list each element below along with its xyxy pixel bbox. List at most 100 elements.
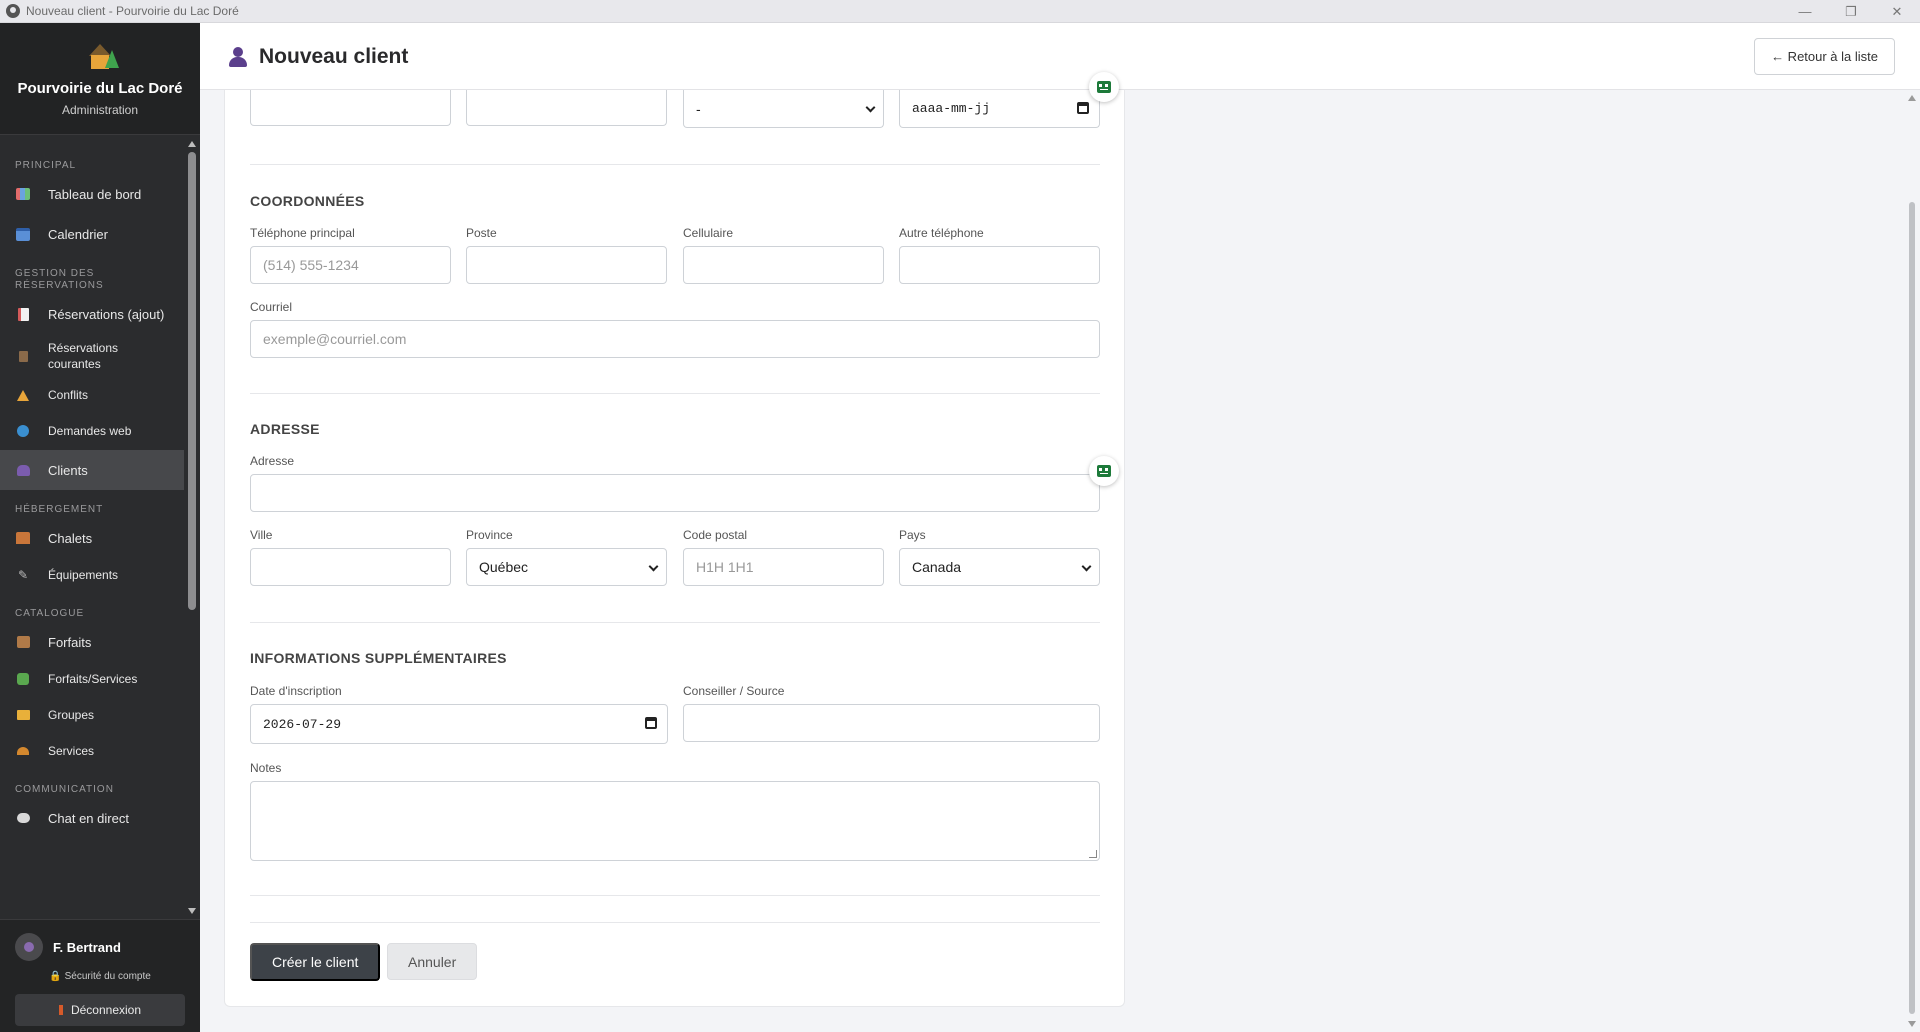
autofill-assistant-icon[interactable]: [1089, 456, 1119, 486]
phone-label: Téléphone principal: [250, 226, 355, 240]
create-client-button[interactable]: Créer le client: [250, 943, 381, 981]
identity-field-1[interactable]: [250, 90, 451, 126]
ext-label: Poste: [466, 226, 497, 240]
notes-textarea[interactable]: [250, 781, 1100, 861]
person-icon: [229, 47, 247, 67]
section-title-adresse: ADRESSE: [250, 421, 320, 437]
warning-icon: [15, 388, 31, 402]
sidebar-item-reservations-ajout[interactable]: Réservations (ajout): [0, 294, 184, 334]
signup-date-input[interactable]: 2026-07-29: [250, 704, 668, 744]
sidebar-item-calendrier[interactable]: Calendrier: [0, 214, 184, 254]
scroll-up-arrow-icon[interactable]: [1908, 95, 1916, 101]
minimize-button[interactable]: —: [1782, 0, 1828, 23]
restore-button[interactable]: ❐: [1828, 0, 1874, 23]
postal-code-label: Code postal: [683, 528, 748, 542]
other-phone-label: Autre téléphone: [899, 226, 984, 240]
page-header: Nouveau client ← Retour à la liste: [200, 23, 1920, 90]
scroll-thumb[interactable]: [188, 152, 196, 610]
avatar: [15, 933, 43, 961]
scroll-down-arrow-icon[interactable]: [188, 908, 196, 914]
sidebar-item-demandes-web[interactable]: Demandes web: [0, 412, 184, 450]
sidebar-item-clients[interactable]: Clients: [0, 450, 184, 490]
cancel-button[interactable]: Annuler: [387, 943, 478, 980]
logout-button[interactable]: Déconnexion: [15, 994, 185, 1026]
advisor-input[interactable]: [683, 704, 1100, 742]
scroll-thumb[interactable]: [1909, 202, 1915, 1014]
sidebar-item-conflits[interactable]: Conflits: [0, 378, 184, 412]
back-to-list-button[interactable]: ← Retour à la liste: [1754, 38, 1895, 75]
birth-date-placeholder: aaaa-mm-jj: [912, 101, 991, 116]
resize-grip-icon[interactable]: [1089, 850, 1097, 858]
calendar-icon[interactable]: [1077, 102, 1089, 114]
folder-icon: [15, 708, 31, 722]
calendar-icon[interactable]: [645, 717, 657, 729]
logout-label: Déconnexion: [70, 1003, 142, 1017]
section-label-communication: Communication: [15, 784, 114, 795]
country-label: Pays: [899, 528, 926, 542]
chevron-down-icon: [865, 102, 876, 113]
sidebar-item-equipements[interactable]: ✎ Équipements: [0, 558, 184, 592]
section-label-catalogue: Catalogue: [15, 608, 85, 619]
country-value: Canada: [912, 559, 962, 575]
sidebar-item-chalets[interactable]: Chalets: [0, 518, 184, 558]
sidebar-item-label: Équipements: [48, 568, 119, 582]
section-divider: [250, 622, 1100, 623]
sidebar-item-reservations-courantes[interactable]: Réservations courantes: [0, 334, 184, 378]
sidebar-item-forfaits-services[interactable]: Forfaits/Services: [0, 662, 184, 696]
actions-divider: [250, 922, 1100, 923]
people-icon: [15, 463, 31, 477]
province-select[interactable]: Québec: [466, 548, 667, 586]
section-label-hebergement: Hébergement: [15, 504, 104, 515]
scroll-up-arrow-icon[interactable]: [188, 141, 196, 147]
section-title-supplementaires: INFORMATIONS SUPPLÉMENTAIRES: [250, 650, 507, 666]
sidebar-item-services[interactable]: Services: [0, 734, 184, 768]
ext-input[interactable]: [466, 246, 667, 284]
identity-select[interactable]: -: [683, 90, 884, 128]
brand-name: Pourvoirie du Lac Doré: [17, 80, 183, 97]
postal-code-input[interactable]: H1H 1H1: [683, 548, 884, 586]
main-scrollbar[interactable]: [1904, 90, 1920, 1032]
sidebar-scrollbar[interactable]: [184, 136, 200, 919]
globe-icon: [15, 424, 31, 438]
sidebar-item-label: Forfaits/Services: [48, 672, 138, 686]
brand: Pourvoirie du Lac Doré Administration: [0, 23, 200, 135]
autofill-assistant-icon[interactable]: [1089, 72, 1119, 102]
chat-icon: [15, 811, 31, 825]
account-security-link[interactable]: 🔒 Sécurité du compte: [0, 971, 200, 982]
advisor-label: Conseiller / Source: [683, 684, 785, 698]
section-divider: [250, 895, 1100, 896]
sidebar-item-groupes[interactable]: Groupes: [0, 696, 184, 734]
sidebar-item-label: Réservations courantes: [48, 341, 119, 371]
sidebar-item-forfaits[interactable]: Forfaits: [0, 622, 184, 662]
user-panel: F. Bertrand 🔒 Sécurité du compte Déconnex…: [0, 919, 200, 1032]
sidebar-item-label: Groupes: [48, 708, 95, 722]
other-phone-input[interactable]: [899, 246, 1100, 284]
sidebar-item-label: Services: [48, 744, 95, 758]
sidebar-item-tableau-de-bord[interactable]: Tableau de bord: [0, 174, 184, 214]
account-security-label: Sécurité du compte: [64, 971, 151, 982]
email-label: Courriel: [250, 300, 293, 314]
section-divider: [250, 393, 1100, 394]
clipboard-icon: [15, 349, 31, 363]
birth-date-input[interactable]: aaaa-mm-jj: [899, 90, 1100, 128]
notes-label: Notes: [250, 761, 282, 775]
address-input[interactable]: [250, 474, 1100, 512]
country-select[interactable]: Canada: [899, 548, 1100, 586]
close-button[interactable]: ✕: [1874, 0, 1920, 23]
scroll-down-arrow-icon[interactable]: [1908, 1021, 1916, 1027]
province-label: Province: [466, 528, 513, 542]
section-divider: [250, 164, 1100, 165]
sidebar-item-chat[interactable]: Chat en direct: [0, 798, 184, 838]
window-titlebar: Nouveau client - Pourvoirie du Lac Doré …: [0, 0, 1920, 23]
phone-input[interactable]: (514) 555-1234: [250, 246, 451, 284]
email-input[interactable]: exemple@courriel.com: [250, 320, 1100, 358]
sidebar-nav: Principal Tableau de bord Calendrier Ges…: [0, 136, 184, 919]
city-input[interactable]: [250, 548, 451, 586]
identity-field-2[interactable]: [466, 90, 667, 126]
puzzle-icon: [15, 672, 31, 686]
sidebar-item-label: Réservations (ajout): [48, 306, 165, 322]
city-label: Ville: [250, 528, 273, 542]
section-label-reservations: Gestion des réservations: [15, 268, 104, 291]
cell-input[interactable]: [683, 246, 884, 284]
address-label: Adresse: [250, 454, 295, 468]
